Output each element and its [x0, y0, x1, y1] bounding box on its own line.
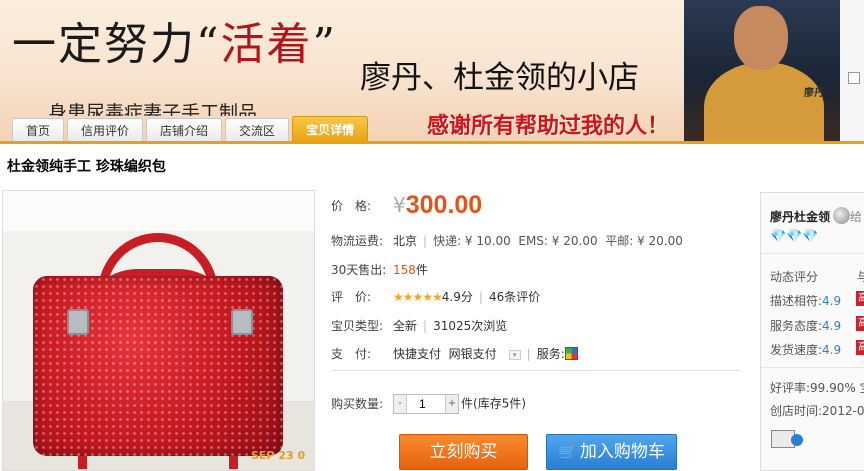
dsr-score: 4.9 — [822, 294, 842, 308]
payment-bank: 网银支付 — [448, 347, 497, 361]
quantity-decrease-button[interactable]: - — [394, 395, 406, 413]
dsr-row-description: 描述相符:4.9 — [770, 292, 841, 309]
dsr-label: 服务态度: — [770, 319, 823, 333]
service-guarantee-icon[interactable] — [564, 347, 578, 360]
dsr-label: 发货速度: — [770, 343, 823, 357]
item-type-label: 宝贝类型: — [331, 319, 384, 333]
rating-stars-icon: ★★★★★ — [393, 290, 443, 304]
price-value: 300.00 — [405, 191, 483, 219]
seller-name[interactable]: 廖丹杜金领 — [770, 210, 830, 224]
photo-caption: 廖丹 — [804, 88, 824, 99]
buy-now-label: 立刻购买 — [429, 442, 498, 462]
shipping-row: 物流运费: 北京 | 快递: ¥ 10.00 EMS: ¥ 20.00 平邮: ¥ 2… — [331, 234, 683, 248]
dsr-badge: 高 — [856, 340, 864, 355]
tab-community[interactable]: 交流区 — [225, 118, 290, 142]
shop-name: 廖丹、杜金领的小店 — [360, 60, 639, 96]
wangwang-chat-icon[interactable] — [833, 207, 851, 224]
product-title: 杜金领纯手工 珍珠编织包 — [7, 159, 166, 175]
seller-name-row: 廖丹杜金领 给 — [770, 207, 862, 225]
seller-panel: 廖丹杜金领给 💎💎💎 动态评分 与 描述相符:4.9 高 服务态度:4.9 高 … — [760, 192, 864, 471]
sold-unit: 件 — [415, 263, 428, 277]
share-icon[interactable] — [848, 72, 860, 84]
add-to-cart-button[interactable]: 🛒 加入购物车 — [546, 434, 677, 470]
payment-dropdown-icon[interactable]: ▾ — [508, 349, 521, 360]
image-background-wall — [3, 191, 314, 231]
photo-figure-head — [734, 6, 788, 70]
dsr-score: 4.9 — [822, 343, 842, 357]
ems-fee: EMS: ¥ 20.00 — [518, 234, 598, 248]
sold-row: 30天售出: 158件 — [331, 261, 428, 278]
shop-created-date: 创店时间:2012-06 — [770, 404, 864, 418]
good-rate: 好评率:99.90% 宝 — [770, 381, 864, 395]
price-label: 价 格: — [331, 199, 372, 213]
banner-thanks: 感谢所有帮助过我的人！ — [427, 114, 670, 139]
express-fee: 快递: ¥ 10.00 — [433, 234, 511, 248]
dsr-title: 动态评分 — [770, 270, 819, 284]
item-type-row: 宝贝类型: 全新 | 31025次浏览 — [331, 319, 508, 333]
tab-credit-rating[interactable]: 信用评价 — [67, 118, 144, 142]
slogan-text: 一定努力“ — [12, 19, 221, 70]
dsr-label: 描述相符: — [770, 294, 823, 308]
quantity-row: 购买数量:-+件(库存5件) — [331, 394, 526, 414]
seller-divider — [761, 367, 864, 368]
cart-icon: 🛒 — [558, 443, 577, 461]
sold-count: 158 — [393, 263, 416, 277]
tab-shop-intro[interactable]: 店铺介绍 — [146, 118, 223, 142]
dsr-row-service: 服务态度:4.9 — [770, 317, 841, 334]
banner-subtitle: 身患尿毒症妻子手工制品 — [48, 102, 258, 116]
info-divider — [331, 370, 741, 371]
payment-quick: 快捷支付 — [393, 347, 442, 361]
surface-mail-fee: 平邮: ¥ 20.00 — [605, 234, 683, 248]
shipping-from[interactable]: 北京 — [393, 234, 417, 248]
bag-bead-texture — [33, 276, 283, 456]
slogan-highlight: 活着 — [220, 19, 313, 70]
rating-label: 评 价: — [331, 290, 372, 304]
banner-side-strip — [840, 0, 864, 142]
sold-label: 30天售出: — [331, 263, 387, 277]
owner-photo: 廖丹 — [684, 0, 840, 142]
quantity-stepper: -+ — [393, 394, 459, 414]
bag-clasp-left — [67, 309, 89, 335]
tab-underline — [0, 141, 864, 144]
payment-row: 支 付: 快捷支付 网银支付 ▾ | 服务: — [331, 345, 578, 362]
shop-nav-tabs: 首页 信用评价 店铺介绍 交流区 宝贝详情 — [12, 116, 371, 142]
quantity-increase-button[interactable]: + — [446, 395, 458, 413]
item-condition: 全新 — [393, 319, 418, 333]
image-date-stamp: SEP 23 0 — [251, 449, 306, 462]
certification-badge-icon — [791, 434, 803, 446]
seller-credit-diamonds-icon: 💎💎💎 — [770, 229, 819, 244]
wangwang-text: 给 — [850, 210, 863, 224]
dsr-title-compare: 与 — [857, 268, 864, 285]
view-count: 31025次浏览 — [433, 319, 508, 333]
shipping-label: 物流运费: — [331, 234, 384, 248]
review-count-link[interactable]: 46条评价 — [489, 290, 540, 304]
service-label: 服务: — [536, 347, 565, 361]
quantity-label: 购买数量: — [331, 396, 384, 411]
dsr-badge: 高 — [856, 316, 864, 331]
quantity-input[interactable] — [406, 395, 446, 413]
slogan-quote: ” — [312, 19, 337, 70]
add-to-cart-label: 加入购物车 — [579, 442, 665, 462]
rating-row: 评 价: ★★★★★4.9分 | 46条评价 — [331, 290, 541, 304]
banner-slogan: 一定努力“活着” — [12, 8, 337, 72]
product-image[interactable]: SEP 23 0 — [2, 190, 315, 471]
tab-home[interactable]: 首页 — [12, 118, 65, 142]
rating-score: 4.9分 — [441, 290, 473, 304]
price-row: 价 格: ¥300.00 — [331, 191, 482, 220]
buy-now-button[interactable]: 立刻购买 — [399, 434, 528, 470]
dsr-badge: 高 — [856, 291, 864, 306]
tab-item-details[interactable]: 宝贝详情 — [292, 116, 369, 142]
bag-clasp-right — [231, 309, 253, 335]
price-symbol: ¥ — [393, 193, 406, 217]
stock-count: (库存5件) — [473, 396, 527, 411]
seller-divider — [761, 253, 864, 254]
payment-label: 支 付: — [331, 347, 372, 361]
photo-figure-body — [704, 62, 824, 142]
quantity-unit: 件 — [461, 396, 474, 411]
dsr-row-shipping: 发货速度:4.9 — [770, 341, 841, 358]
dsr-score: 4.9 — [822, 319, 842, 333]
